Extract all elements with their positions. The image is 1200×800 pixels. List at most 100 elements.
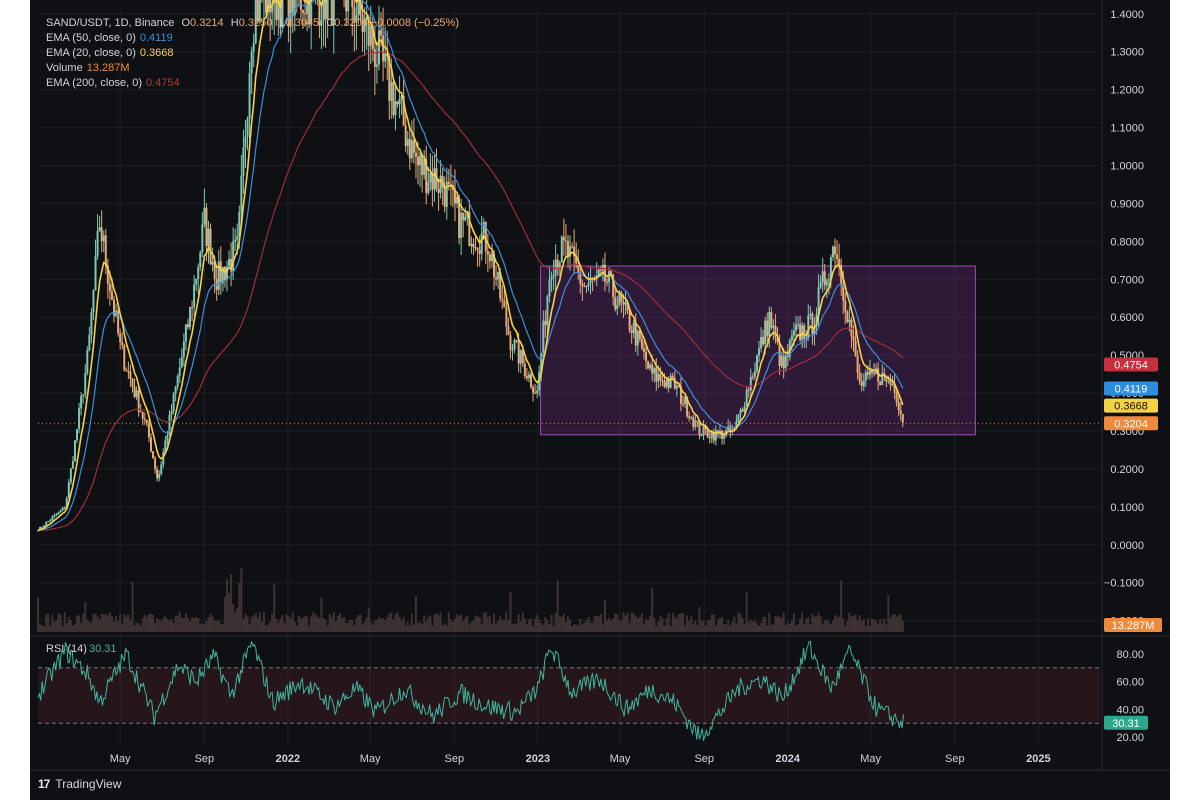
volume-bar: [901, 620, 904, 632]
price-tick-label: 0.8000: [1110, 236, 1144, 248]
volume-bar: [589, 622, 592, 632]
volume-bar: [562, 614, 565, 632]
candle: [488, 254, 491, 262]
candle: [599, 269, 602, 271]
volume-bar: [170, 619, 173, 632]
candle: [195, 278, 198, 285]
candle: [794, 324, 797, 331]
candle: [760, 336, 763, 349]
volume-bar: [599, 613, 602, 632]
volume-bar: [743, 623, 746, 632]
time-tick-label: Sep: [195, 753, 215, 765]
volume-bar: [729, 625, 732, 632]
volume-bar: [193, 617, 196, 632]
volume-bar: [700, 621, 703, 632]
volume-bar: [758, 625, 761, 632]
candle: [587, 283, 590, 287]
volume-bar: [437, 615, 440, 632]
candle: [43, 525, 46, 527]
volume-bar: [338, 612, 341, 632]
candle: [149, 437, 152, 452]
candle: [417, 156, 420, 166]
volume-bar: [546, 619, 549, 632]
volume-bar: [152, 614, 155, 632]
volume-bar: [694, 620, 697, 632]
candle: [410, 140, 413, 159]
ema20-legend[interactable]: EMA (20, close, 0) 0.3668: [46, 46, 459, 61]
volume-bar: [232, 603, 235, 632]
volume-bar: [649, 615, 652, 632]
rsi-legend[interactable]: RSI (14) 30.31: [46, 643, 117, 655]
volume-bar: [529, 618, 532, 632]
candle: [71, 461, 74, 469]
candle: [476, 247, 479, 250]
volume-bar: [421, 624, 424, 632]
candle: [836, 254, 839, 259]
volume-bar: [458, 616, 461, 632]
volume-bar: [279, 618, 282, 632]
volume-bar: [37, 597, 39, 632]
volume-bar: [737, 612, 740, 632]
candle: [209, 228, 212, 265]
candle: [478, 249, 481, 254]
volume-bar: [41, 625, 44, 632]
volume-bar: [285, 614, 288, 632]
volume-bar: [256, 617, 259, 632]
volume-value-label: 13.287M: [1112, 620, 1155, 632]
open-label: O: [181, 17, 191, 29]
volume-bar: [312, 612, 315, 632]
volume-bar: [299, 618, 302, 632]
ema200-legend[interactable]: EMA (200, close, 0) 0.4754: [46, 76, 459, 91]
volume-bar: [540, 623, 543, 632]
candle: [854, 340, 857, 356]
tradingview-brand[interactable]: 17 TradingView: [38, 777, 121, 791]
candle: [90, 312, 93, 335]
volume-bar: [636, 618, 639, 632]
symbol-title[interactable]: SAND/USDT, 1D, Binance: [46, 17, 174, 29]
candle: [156, 469, 159, 479]
volume-bar: [269, 621, 272, 632]
candle: [460, 212, 463, 239]
volume-bar: [569, 619, 572, 632]
volume-bar: [850, 616, 853, 632]
volume-bar: [133, 625, 136, 632]
ema50-legend[interactable]: EMA (50, close, 0) 0.4119: [46, 31, 459, 46]
volume-bar: [778, 616, 781, 632]
volume-bar: [690, 616, 693, 632]
chart-canvas[interactable]: 1.4000 1.3000 1.2000 1.1000 1.0000 0.9000 0.80…: [30, 0, 1170, 800]
candle: [753, 370, 756, 377]
volume-bar: [827, 622, 830, 632]
volume-bar: [80, 622, 83, 632]
last-value-label: 0.3204: [1114, 418, 1148, 430]
volume-bar: [887, 594, 890, 632]
volume-bar: [667, 613, 670, 632]
candle: [581, 283, 584, 286]
candle: [755, 355, 758, 371]
volume-bar: [585, 620, 588, 632]
volume-bar: [774, 615, 777, 632]
volume-bar: [581, 624, 584, 632]
candle: [585, 286, 588, 288]
volume-bar: [357, 615, 360, 632]
volume-bar: [88, 621, 91, 632]
candle: [131, 378, 134, 387]
candle: [901, 414, 904, 423]
volume-label: Volume: [46, 62, 83, 74]
volume-bar: [704, 625, 707, 632]
volume-bar: [217, 620, 220, 632]
candle: [663, 381, 666, 387]
volume-bar: [149, 613, 152, 632]
volume-legend[interactable]: Volume 13.287M: [46, 61, 459, 76]
volume-bar: [147, 614, 150, 632]
volume-bar: [125, 616, 128, 632]
candle: [78, 408, 81, 430]
candle: [174, 386, 177, 394]
volume-bar: [267, 624, 270, 632]
candle: [234, 239, 237, 242]
volume-bar: [838, 616, 841, 632]
candle: [657, 373, 660, 382]
ema20-label: EMA (20, close, 0): [46, 47, 136, 59]
volume-bar: [51, 615, 54, 632]
candle: [49, 519, 52, 521]
volume-bar: [638, 616, 641, 632]
